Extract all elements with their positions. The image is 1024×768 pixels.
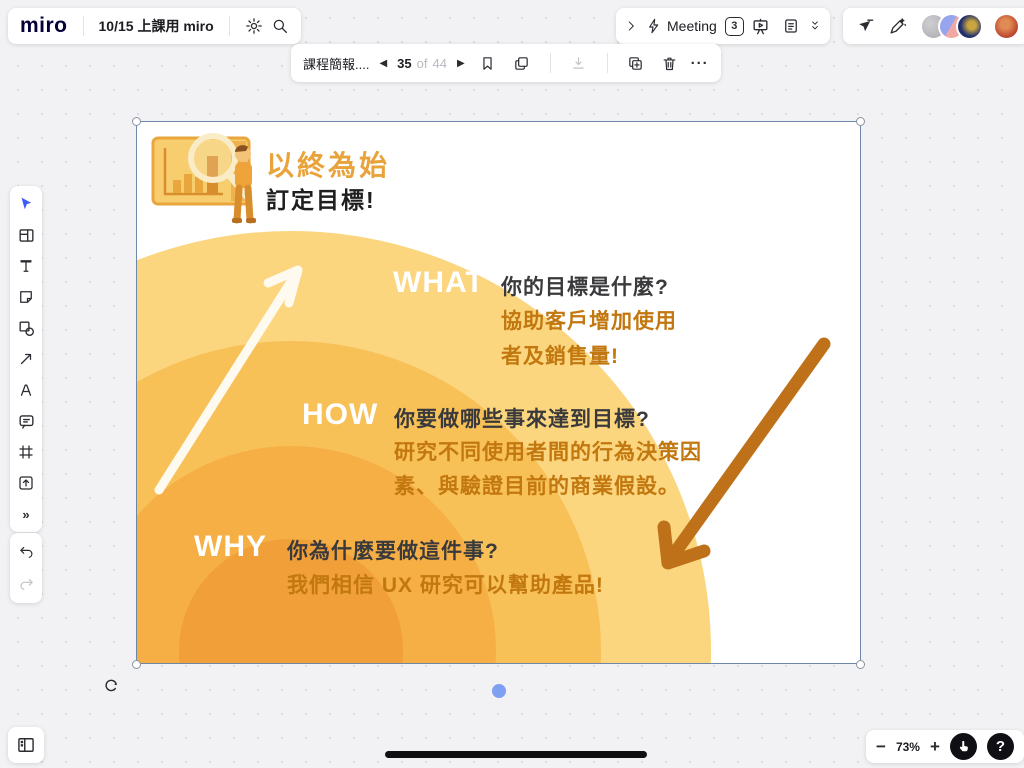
slide-frame[interactable]: 以終為始 訂定目標! WHAT 你的目標是什麼? 協助客戶增加使用 者及銷售量!…: [136, 121, 861, 664]
redo-icon[interactable]: [15, 573, 37, 595]
notes-doc-icon[interactable]: [778, 13, 804, 39]
of-label: of: [417, 56, 428, 71]
trash-icon[interactable]: [657, 50, 683, 76]
more-options-button[interactable]: ···: [691, 55, 709, 72]
lightning-icon: [646, 18, 662, 34]
how-answer-line1: 研究不同使用者間的行為決策因: [394, 436, 702, 470]
how-question: 你要做哪些事來達到目標?: [394, 403, 650, 433]
next-frame-button[interactable]: ▶: [455, 58, 467, 69]
frame-tool-icon[interactable]: [15, 441, 37, 463]
timer-icon[interactable]: 3: [725, 17, 744, 36]
zoom-controls: − 73% + ?: [866, 730, 1024, 763]
why-question: 你為什麼要做這件事?: [287, 535, 499, 565]
selection-handle-top-right[interactable]: [856, 117, 865, 126]
meeting-button[interactable]: Meeting: [642, 18, 721, 34]
selection-handle-bottom-right[interactable]: [856, 660, 865, 669]
select-cursor-tool-icon[interactable]: [15, 193, 37, 215]
rotate-handle-icon[interactable]: [103, 677, 120, 694]
meeting-label: Meeting: [667, 18, 717, 34]
slide-title: 以終為始: [266, 144, 390, 184]
frames-panel-button[interactable]: [8, 727, 44, 763]
why-answer-line1: 我們相信 UX 研究可以幫助產品!: [287, 569, 604, 603]
help-button[interactable]: ?: [987, 733, 1014, 760]
how-answer-line2: 素、與驗證目前的商業假設。: [394, 470, 680, 504]
avatar-current-user[interactable]: [993, 13, 1020, 40]
more-tools-button[interactable]: »: [15, 503, 37, 525]
collaborator-cursor-dot: [492, 684, 506, 698]
divider: [83, 16, 84, 36]
search-icon[interactable]: [271, 17, 289, 35]
undo-icon[interactable]: [15, 541, 37, 563]
bookmark-icon[interactable]: [475, 50, 501, 76]
miro-logo[interactable]: miro: [20, 14, 68, 38]
collapse-double-chevron-icon[interactable]: [808, 19, 822, 33]
how-label: HOW: [302, 398, 378, 432]
avatar-stack: [920, 13, 1020, 40]
what-answer-line2: 者及銷售量!: [501, 340, 619, 374]
upload-tool-icon[interactable]: [15, 472, 37, 494]
laser-pen-icon[interactable]: [884, 13, 910, 39]
templates-tool-icon[interactable]: [15, 224, 37, 246]
shapes-tool-icon[interactable]: [15, 317, 37, 339]
tool-palette: »: [10, 186, 42, 532]
chevron-right-icon[interactable]: [624, 19, 638, 33]
meeting-toolbar: Meeting 3: [616, 8, 830, 44]
frame-name[interactable]: 課程簡報....: [303, 54, 369, 73]
header-left-panel: miro 10/15 上課用 miro: [8, 8, 301, 44]
pen-tool-icon[interactable]: [15, 379, 37, 401]
divider: [229, 16, 230, 36]
collaboration-panel: [843, 8, 1024, 44]
chart-analysis-illustration: [151, 128, 266, 230]
what-label: WHAT: [393, 266, 485, 300]
follow-cursor-icon[interactable]: [852, 13, 878, 39]
divider: [550, 53, 551, 73]
sticky-note-tool-icon[interactable]: [15, 286, 37, 308]
settings-gear-icon[interactable]: [245, 17, 263, 35]
frame-context-toolbar: 課程簡報.... ◀ 35 of 44 ▶ ···: [291, 44, 721, 82]
present-easel-icon[interactable]: [748, 13, 774, 39]
zoom-out-button[interactable]: −: [876, 737, 886, 757]
zoom-in-button[interactable]: +: [930, 737, 940, 757]
what-question: 你的目標是什麼?: [501, 271, 669, 301]
duplicate-icon[interactable]: [623, 50, 649, 76]
zoom-level[interactable]: 73%: [896, 740, 920, 754]
download-icon[interactable]: [566, 50, 592, 76]
avatar-collaborator-3[interactable]: [956, 13, 983, 40]
help-question-mark: ?: [996, 738, 1005, 755]
selection-handle-bottom-left[interactable]: [132, 660, 141, 669]
frames-list-icon: [16, 735, 36, 755]
comment-tool-icon[interactable]: [15, 410, 37, 432]
divider: [607, 53, 608, 73]
selection-handle-top-left[interactable]: [132, 117, 141, 126]
what-answer-line1: 協助客戶增加使用: [501, 305, 677, 339]
connector-arrow-tool-icon[interactable]: [15, 348, 37, 370]
total-frame-number: 44: [432, 56, 446, 71]
copy-frames-icon[interactable]: [509, 50, 535, 76]
interactive-hand-button[interactable]: [950, 733, 977, 760]
board-title[interactable]: 10/15 上課用 miro: [99, 16, 214, 36]
text-tool-icon[interactable]: [15, 255, 37, 277]
current-frame-number: 35: [397, 56, 411, 71]
history-panel: [10, 533, 42, 603]
canvas-scrollbar-horizontal[interactable]: [385, 751, 647, 758]
prev-frame-button[interactable]: ◀: [377, 58, 389, 69]
hand-pointer-icon: [956, 739, 971, 754]
why-label: WHY: [194, 530, 267, 564]
slide-subtitle: 訂定目標!: [266, 181, 376, 215]
